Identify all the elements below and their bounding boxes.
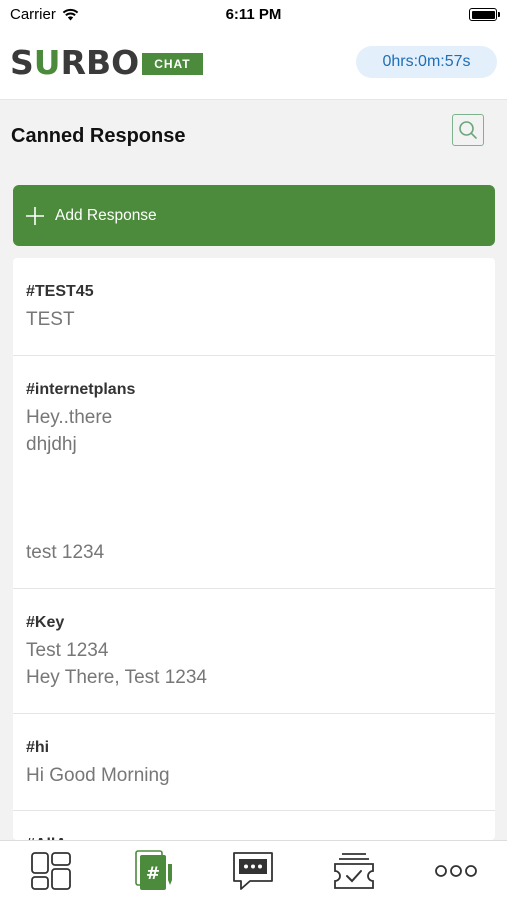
- response-line: Test 1234: [26, 640, 109, 661]
- plus-icon: [25, 206, 45, 226]
- response-line: Hi Good Morning: [26, 765, 170, 786]
- list-item[interactable]: #TEST45 TEST: [13, 258, 495, 356]
- tickets-icon: [334, 853, 374, 889]
- page-title: Canned Response: [11, 125, 186, 147]
- response-line: [26, 458, 482, 485]
- tab-more[interactable]: [434, 849, 478, 893]
- response-body: Hi Good Morning: [26, 762, 482, 789]
- battery-icon: [469, 8, 500, 21]
- response-line: [26, 512, 482, 539]
- tab-tickets[interactable]: [332, 849, 376, 893]
- list-item[interactable]: #AllAnswers: [13, 811, 495, 840]
- response-key: #internetplans: [26, 381, 136, 398]
- add-response-button[interactable]: Add Response: [13, 185, 495, 246]
- response-line: test 1234: [26, 542, 105, 563]
- tab-chat[interactable]: [231, 849, 275, 893]
- response-body: Test 1234 Hey There, Test 1234: [26, 637, 482, 691]
- response-line: Hey There, Test 1234: [26, 667, 207, 688]
- more-icon: [435, 865, 477, 877]
- response-line: [26, 485, 482, 512]
- list-item[interactable]: #internetplans Hey..there dhjdhj test 12…: [13, 356, 495, 589]
- response-key: #Key: [26, 614, 65, 631]
- app-header: SURBO CHAT 0hrs:0m:57s: [0, 30, 507, 100]
- status-bar: Carrier 6:11 PM: [0, 0, 507, 30]
- svg-text:#: #: [146, 864, 160, 884]
- chat-icon: [233, 852, 273, 890]
- dashboard-icon: [31, 852, 71, 890]
- search-button[interactable]: [452, 114, 484, 146]
- logo-chat-badge: CHAT: [142, 53, 203, 75]
- surbo-chat-logo: SURBO CHAT: [10, 46, 203, 80]
- response-line: Hey..there: [26, 407, 113, 428]
- response-key: #TEST45: [26, 283, 94, 300]
- list-item[interactable]: #Key Test 1234 Hey There, Test 1234: [13, 589, 495, 714]
- status-time: 6:11 PM: [225, 6, 282, 23]
- search-icon: [459, 121, 477, 139]
- response-body: TEST: [26, 306, 482, 333]
- response-body: Hey..there dhjdhj test 1234: [26, 404, 482, 566]
- add-response-label: Add Response: [55, 206, 157, 224]
- tab-canned-response[interactable]: #: [131, 849, 175, 893]
- response-line: dhjdhj: [26, 434, 77, 455]
- list-item[interactable]: #hi Hi Good Morning: [13, 714, 495, 811]
- canned-response-icon: #: [135, 850, 172, 890]
- session-timer: 0hrs:0m:57s: [356, 46, 497, 78]
- canned-response-list: #TEST45 TEST #internetplans Hey..there d…: [13, 258, 495, 840]
- response-line: TEST: [26, 309, 75, 330]
- response-key: #hi: [26, 739, 50, 756]
- bottom-tab-bar: #: [0, 840, 507, 900]
- tab-dashboard[interactable]: [29, 849, 73, 893]
- logo-wordmark: SURBO: [10, 43, 140, 82]
